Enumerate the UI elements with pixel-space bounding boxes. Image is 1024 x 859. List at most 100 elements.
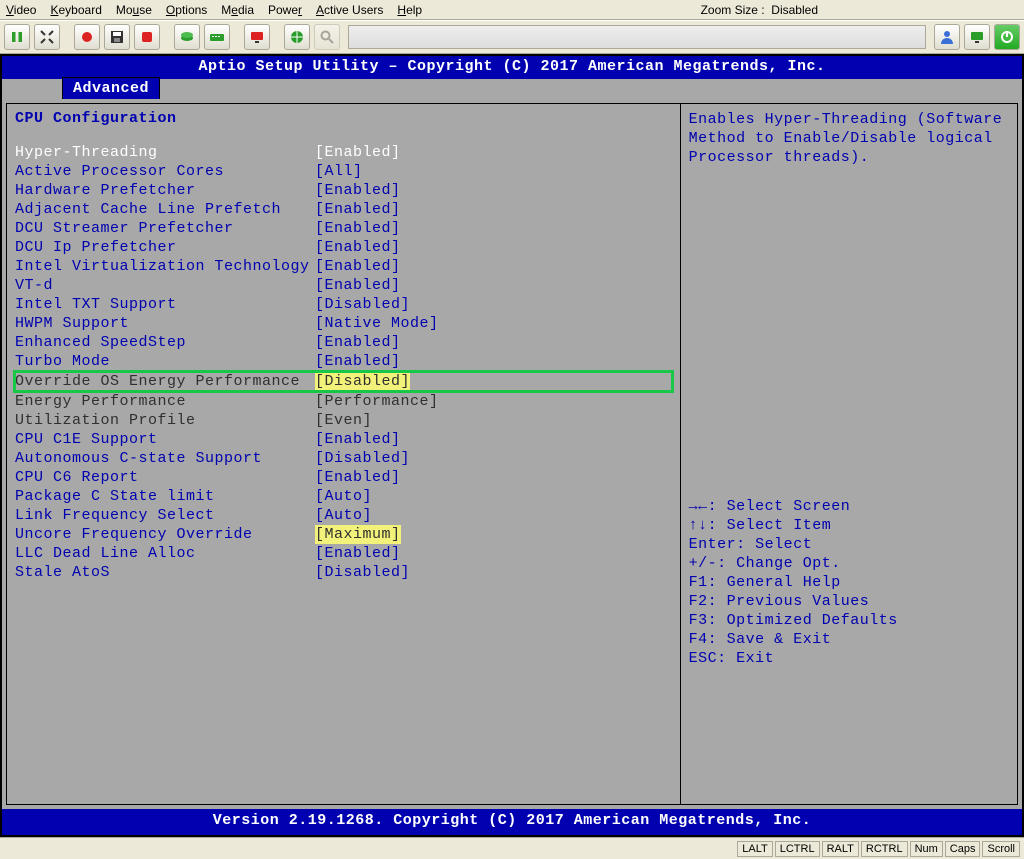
save-button[interactable] xyxy=(104,24,130,50)
bios-row[interactable]: Intel Virtualization Technology[Enabled] xyxy=(15,257,672,276)
fullscreen-button[interactable] xyxy=(34,24,60,50)
section-title: CPU Configuration xyxy=(15,110,672,127)
bios-row[interactable]: Active Processor Cores[All] xyxy=(15,162,672,181)
row-value: [Enabled] xyxy=(315,468,401,487)
row-value: [Native Mode] xyxy=(315,314,439,333)
bios-row[interactable]: VT-d[Enabled] xyxy=(15,276,672,295)
row-value: [Enabled] xyxy=(315,333,401,352)
bios-footer: Version 2.19.1268. Copyright (C) 2017 Am… xyxy=(2,809,1022,835)
help-text: Enables Hyper-Threading (Software Method… xyxy=(689,110,1009,167)
row-label: Hardware Prefetcher xyxy=(15,181,315,200)
address-bar[interactable] xyxy=(348,25,926,49)
row-label: CPU C1E Support xyxy=(15,430,315,449)
help-keys: →←: Select Screen↑↓: Select ItemEnter: S… xyxy=(689,497,1009,668)
bios-screen: Aptio Setup Utility – Copyright (C) 2017… xyxy=(0,54,1024,837)
row-value: [Enabled] xyxy=(315,238,401,257)
network-button[interactable] xyxy=(284,24,310,50)
bios-row[interactable]: Stale AtoS[Disabled] xyxy=(15,563,672,582)
bios-left-panel[interactable]: CPU Configuration Hyper-Threading[Enable… xyxy=(6,103,680,805)
record-button[interactable] xyxy=(74,24,100,50)
bios-row[interactable]: Uncore Frequency Override[Maximum] xyxy=(15,525,672,544)
separator xyxy=(164,24,170,50)
row-label: VT-d xyxy=(15,276,315,295)
power-button[interactable] xyxy=(994,24,1020,50)
help-key-line: ↑↓: Select Item xyxy=(689,516,1009,535)
row-value: [Enabled] xyxy=(315,276,401,295)
bios-row[interactable]: CPU C6 Report[Enabled] xyxy=(15,468,672,487)
status-indicator: Num xyxy=(910,841,943,857)
help-key-line: F3: Optimized Defaults xyxy=(689,611,1009,630)
stop-button[interactable] xyxy=(134,24,160,50)
row-label: Turbo Mode xyxy=(15,352,315,371)
bios-row[interactable]: Package C State limit[Auto] xyxy=(15,487,672,506)
bios-row[interactable]: Hyper-Threading[Enabled] xyxy=(15,143,672,162)
row-label: HWPM Support xyxy=(15,314,315,333)
bios-tabs: Advanced xyxy=(2,79,1022,99)
row-label: Uncore Frequency Override xyxy=(15,525,315,544)
row-value: [Enabled] xyxy=(315,544,401,563)
menu-power[interactable]: Power xyxy=(268,3,302,17)
bios-row[interactable]: LLC Dead Line Alloc[Enabled] xyxy=(15,544,672,563)
menu-mouse[interactable]: Mouse xyxy=(116,3,152,17)
bios-row[interactable]: DCU Streamer Prefetcher[Enabled] xyxy=(15,219,672,238)
menu-keyboard[interactable]: Keyboard xyxy=(50,3,101,17)
monitor-red-button[interactable] xyxy=(244,24,270,50)
search-button[interactable] xyxy=(314,24,340,50)
tab-advanced[interactable]: Advanced xyxy=(62,77,160,99)
row-value: [Enabled] xyxy=(315,181,401,200)
row-label: Link Frequency Select xyxy=(15,506,315,525)
statusbar: LALTLCTRLRALTRCTRLNumCapsScroll xyxy=(0,837,1024,859)
bios-row[interactable]: Enhanced SpeedStep[Enabled] xyxy=(15,333,672,352)
row-label: DCU Ip Prefetcher xyxy=(15,238,315,257)
bios-row[interactable]: Intel TXT Support[Disabled] xyxy=(15,295,672,314)
toolbar xyxy=(0,20,1024,54)
row-label: Utilization Profile xyxy=(15,411,315,430)
row-value: [Auto] xyxy=(315,506,372,525)
bios-row[interactable]: Energy Performance[Performance] xyxy=(15,392,672,411)
pause-button[interactable] xyxy=(4,24,30,50)
row-value: [Enabled] xyxy=(315,352,401,371)
bios-right-panel: Enables Hyper-Threading (Software Method… xyxy=(680,103,1018,805)
bios-row[interactable]: Turbo Mode[Enabled] xyxy=(15,352,672,371)
menu-help[interactable]: Help xyxy=(397,3,422,17)
bios-row[interactable]: Autonomous C-state Support[Disabled] xyxy=(15,449,672,468)
row-value: [Auto] xyxy=(315,487,372,506)
bios-row[interactable]: CPU C1E Support[Enabled] xyxy=(15,430,672,449)
row-value: [Performance] xyxy=(315,392,439,411)
status-indicator: RCTRL xyxy=(861,841,908,857)
bios-row[interactable]: HWPM Support[Native Mode] xyxy=(15,314,672,333)
status-indicator: Scroll xyxy=(982,841,1020,857)
row-label: Active Processor Cores xyxy=(15,162,315,181)
row-value: [Disabled] xyxy=(315,295,410,314)
bios-row[interactable]: Hardware Prefetcher[Enabled] xyxy=(15,181,672,200)
menu-video[interactable]: VVideoideo xyxy=(6,3,36,17)
row-value: [Disabled] xyxy=(315,372,410,391)
row-label: Intel TXT Support xyxy=(15,295,315,314)
bios-title: Aptio Setup Utility – Copyright (C) 2017… xyxy=(2,56,1022,79)
menu-media[interactable]: Media xyxy=(221,3,254,17)
menu-options[interactable]: Options xyxy=(166,3,207,17)
bios-row[interactable]: Override OS Energy Performance[Disabled] xyxy=(15,372,672,391)
separator xyxy=(64,24,70,50)
separator xyxy=(234,24,240,50)
menu-active-users[interactable]: Active Users xyxy=(316,3,383,17)
bios-row[interactable]: DCU Ip Prefetcher[Enabled] xyxy=(15,238,672,257)
bios-row[interactable]: Link Frequency Select[Auto] xyxy=(15,506,672,525)
row-value: [Even] xyxy=(315,411,372,430)
keyboard-button[interactable] xyxy=(204,24,230,50)
help-key-line: ESC: Exit xyxy=(689,649,1009,668)
row-label: Hyper-Threading xyxy=(15,143,315,162)
row-label: Package C State limit xyxy=(15,487,315,506)
screen-button[interactable] xyxy=(964,24,990,50)
zoom-label: Zoom Size : Disabled xyxy=(701,3,818,17)
bios-row[interactable]: Utilization Profile[Even] xyxy=(15,411,672,430)
user-button[interactable] xyxy=(934,24,960,50)
connect-button[interactable] xyxy=(174,24,200,50)
help-key-line: F2: Previous Values xyxy=(689,592,1009,611)
menubar: VVideoideo Keyboard Mouse Options Media … xyxy=(0,0,1024,20)
status-indicator: RALT xyxy=(822,841,859,857)
bios-row[interactable]: Adjacent Cache Line Prefetch[Enabled] xyxy=(15,200,672,219)
separator xyxy=(274,24,280,50)
row-label: Stale AtoS xyxy=(15,563,315,582)
row-value: [Disabled] xyxy=(315,449,410,468)
